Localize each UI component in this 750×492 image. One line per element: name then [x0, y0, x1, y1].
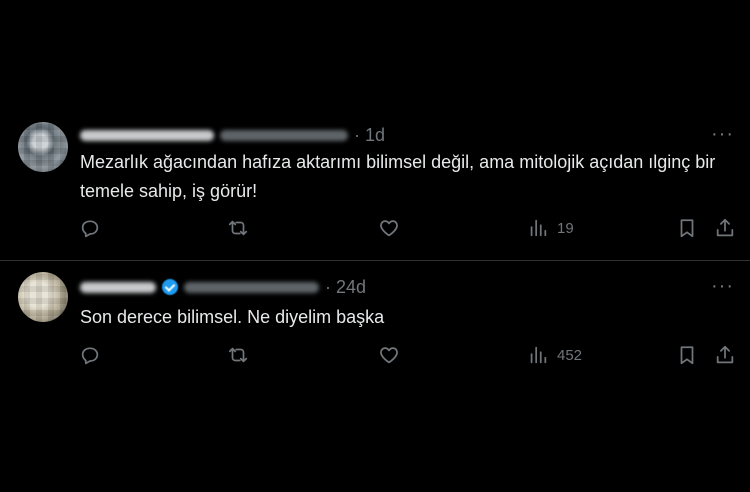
like-button[interactable] [378, 344, 400, 366]
share-button[interactable] [714, 344, 736, 366]
display-name-redacted[interactable] [80, 129, 214, 141]
like-button[interactable] [378, 217, 400, 239]
bookmark-button[interactable] [676, 344, 698, 366]
more-options-icon[interactable]: ··· [711, 124, 734, 144]
views-button[interactable]: 19 [527, 217, 574, 239]
username-redacted[interactable] [184, 281, 319, 293]
heart-icon [380, 347, 398, 364]
bookmark-icon [680, 346, 694, 365]
avatar[interactable] [18, 272, 68, 322]
divider [0, 260, 750, 261]
share-icon [716, 218, 734, 237]
post-header: · 24d [80, 276, 366, 298]
share-icon [716, 345, 734, 364]
verified-badge-icon [162, 279, 178, 295]
post-text: Mezarlık ağacından hafıza aktarımı bilim… [80, 152, 716, 201]
post-header: · 1d [80, 124, 385, 146]
timestamp[interactable]: · 1d [354, 125, 385, 146]
retweet-icon [228, 220, 248, 236]
reply-button[interactable] [79, 344, 101, 366]
more-options-icon[interactable]: ··· [711, 276, 734, 296]
views-icon [530, 219, 547, 237]
reply-icon [81, 220, 99, 238]
views-count: 452 [557, 346, 583, 364]
username-redacted[interactable] [220, 129, 348, 141]
retweet-button[interactable] [227, 217, 249, 239]
display-name-redacted[interactable] [80, 281, 156, 293]
bookmark-button[interactable] [676, 217, 698, 239]
views-icon [530, 346, 547, 364]
retweet-icon [228, 347, 248, 363]
post-text: Son derece bilimsel. Ne diyelim başka [80, 307, 385, 327]
avatar[interactable] [18, 122, 68, 172]
timestamp[interactable]: · 24d [325, 277, 366, 298]
reply-button[interactable] [79, 217, 101, 239]
action-bar: 19 [0, 217, 750, 245]
share-button[interactable] [714, 217, 736, 239]
retweet-button[interactable] [227, 344, 249, 366]
heart-icon [380, 220, 398, 237]
reply-post[interactable]: · 1d ··· Mezarlık ağacından hafıza aktar… [0, 118, 750, 260]
reply-icon [81, 347, 99, 365]
bookmark-icon [680, 219, 694, 238]
action-bar: 452 [0, 344, 750, 372]
views-button[interactable]: 452 [527, 344, 582, 366]
views-count: 19 [557, 219, 574, 237]
